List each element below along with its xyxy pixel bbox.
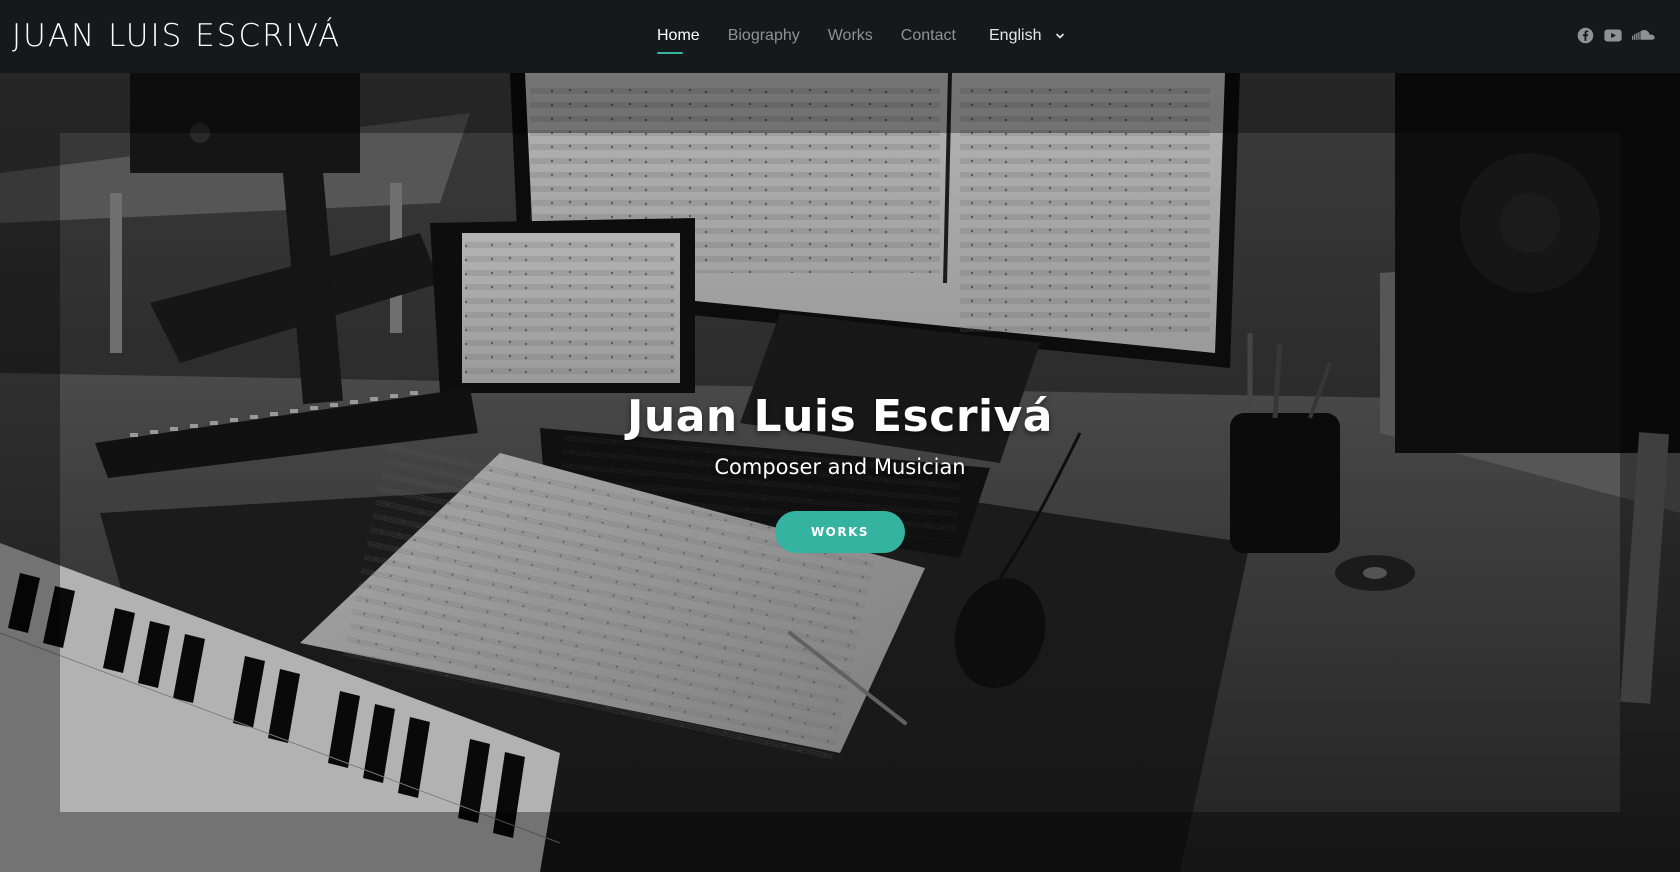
- youtube-icon[interactable]: [1604, 26, 1622, 44]
- nav-item-label: Works: [827, 27, 873, 44]
- language-selector[interactable]: English: [989, 24, 1066, 48]
- social-links: [1576, 26, 1656, 44]
- hero-subtitle: Composer and Musician: [714, 455, 966, 479]
- nav-item-home[interactable]: Home: [657, 24, 700, 54]
- hero-title: Juan Luis Escrivá: [627, 391, 1053, 442]
- nav-item-label: Contact: [900, 27, 956, 44]
- main-nav: Home Biography Works Contact: [657, 24, 984, 54]
- active-nav-indicator: [657, 52, 683, 54]
- site-brand[interactable]: JUAN LUIS ESCRIVÁ: [12, 16, 341, 56]
- nav-item-label: Biography: [727, 27, 800, 44]
- nav-item-label: Home: [657, 27, 700, 44]
- facebook-icon[interactable]: [1576, 26, 1594, 44]
- works-button[interactable]: WORKS: [775, 511, 905, 553]
- top-navbar: JUAN LUIS ESCRIVÁ Home Biography Works C…: [0, 0, 1680, 73]
- language-label: English: [989, 27, 1042, 44]
- soundcloud-icon[interactable]: [1632, 26, 1656, 44]
- hero-section: Juan Luis Escrivá Composer and Musician …: [0, 73, 1680, 872]
- chevron-down-icon: [1056, 33, 1065, 39]
- nav-item-works[interactable]: Works: [828, 24, 873, 48]
- nav-item-biography[interactable]: Biography: [728, 24, 800, 48]
- nav-item-contact[interactable]: Contact: [901, 24, 956, 48]
